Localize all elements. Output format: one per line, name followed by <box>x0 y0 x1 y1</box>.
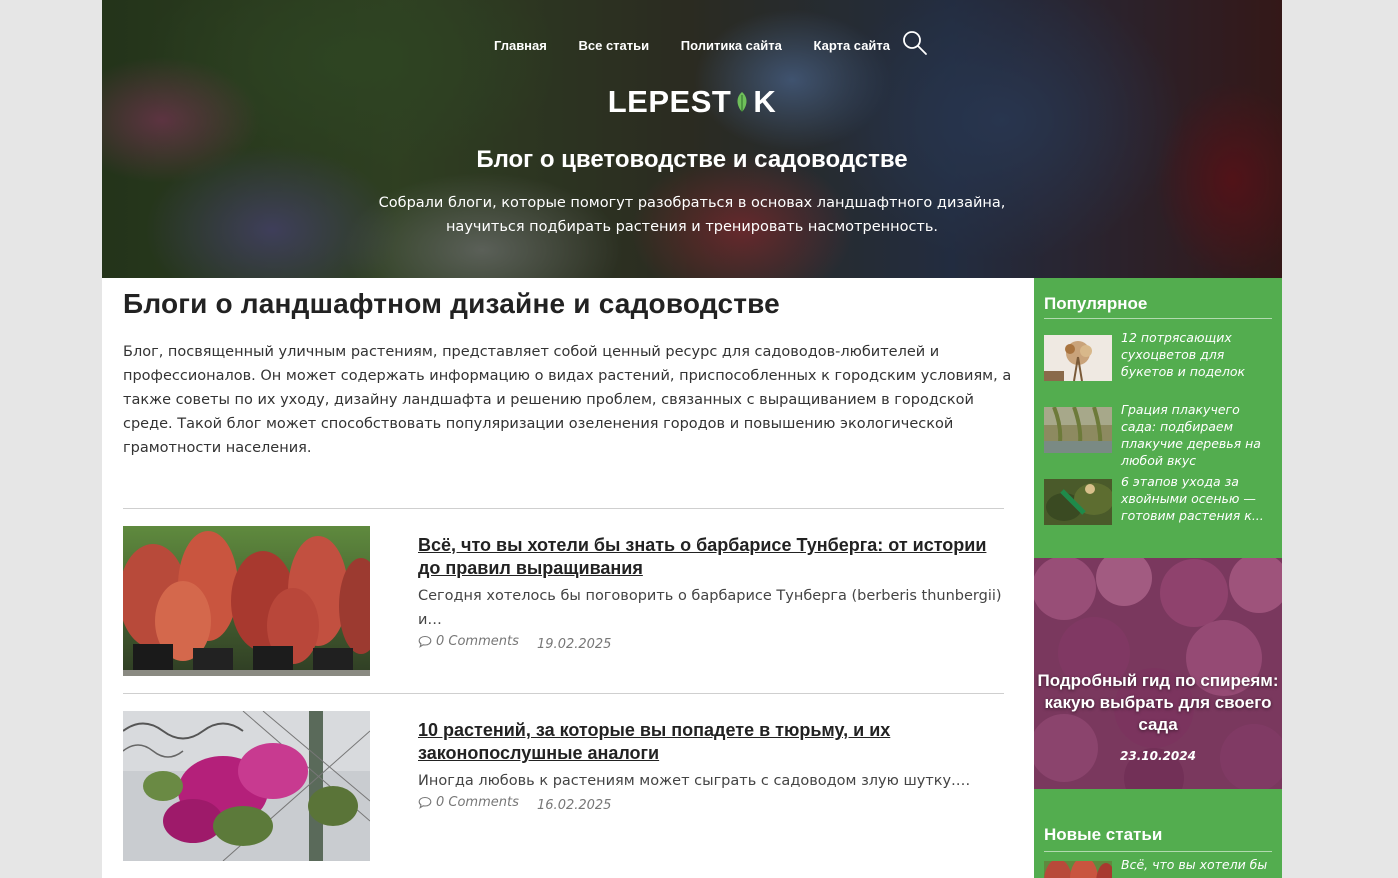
post-excerpt: Иногда любовь к растениям может сыграть … <box>418 773 971 789</box>
new-article-item[interactable]: Всё, что вы хотели бы <box>1044 857 1274 878</box>
post-date: 16.02.2025 <box>537 798 612 813</box>
divider <box>1044 318 1272 319</box>
new-articles-heading: Новые статьи <box>1044 825 1163 844</box>
comment-icon <box>418 796 432 809</box>
nav-item-home[interactable]: Главная <box>494 38 547 53</box>
post-card: Всё, что вы хотели бы знать о барбарисе … <box>123 526 1004 676</box>
hero-title: Блог о цветоводстве и садоводстве <box>476 146 908 173</box>
post-thumbnail-barberry[interactable] <box>123 526 370 676</box>
page: Главная Все статьи Политика сайта Карта … <box>102 0 1282 878</box>
post-comments[interactable]: 0 Comments <box>418 795 519 810</box>
popular-heading: Популярное <box>1044 294 1148 313</box>
page-title: Блоги о ландшафтном дизайне и садоводств… <box>123 288 780 319</box>
featured-post-title[interactable]: Подробный гид по спиреям: какую выбрать … <box>1034 670 1282 736</box>
sidebar: Популярное 12 потрясающих сухоцветов для… <box>1034 278 1282 878</box>
main-content: Блоги о ландшафтном дизайне и садоводств… <box>123 278 1011 861</box>
featured-post[interactable]: Подробный гид по спиреям: какую выбрать … <box>1034 558 1282 789</box>
post-body: Всё, что вы хотели бы знать о барбарисе … <box>418 534 1008 652</box>
comments-count: 0 Comments <box>436 795 519 810</box>
post-date: 19.02.2025 <box>537 637 612 652</box>
nav-item-sitemap[interactable]: Карта сайта <box>814 38 891 53</box>
intro-text: Блог, посвященный уличным растениям, пре… <box>123 344 1012 456</box>
popular-item-title[interactable]: 12 потрясающих сухоцветов для букетов и … <box>1121 329 1271 380</box>
post-excerpt: Сегодня хотелось бы поговорить о барбари… <box>418 588 1002 628</box>
popular-thumbnail[interactable] <box>1044 479 1112 525</box>
hero-header: Главная Все статьи Политика сайта Карта … <box>102 0 1282 278</box>
post-comments[interactable]: 0 Comments <box>418 634 519 649</box>
post-meta: 0 Comments 16.02.2025 <box>418 795 1008 813</box>
search-icon[interactable] <box>902 30 928 56</box>
popular-item[interactable]: 6 этапов ухода за хвойными осенью — гото… <box>1044 474 1274 527</box>
leaf-icon <box>737 92 747 112</box>
featured-post-date: 23.10.2024 <box>1120 749 1196 763</box>
post-title-link[interactable]: Всё, что вы хотели бы знать о барбарисе … <box>418 534 1008 580</box>
popular-widget: Популярное 12 потрясающих сухоцветов для… <box>1034 278 1282 558</box>
post-card: 10 растений, за которые вы попадете в тю… <box>123 711 1004 861</box>
post-meta: 0 Comments 19.02.2025 <box>418 634 1008 652</box>
main-nav: Главная Все статьи Политика сайта Карта … <box>102 38 1282 53</box>
new-article-thumbnail[interactable] <box>1044 861 1112 878</box>
comment-icon <box>418 635 432 648</box>
logo-text-left: LEPEST <box>607 84 732 119</box>
new-articles-widget: Новые статьи Всё, что вы хотели бы <box>1034 789 1282 878</box>
logo-text-right: K <box>753 84 777 119</box>
popular-item-title[interactable]: 6 этапов ухода за хвойными осенью — гото… <box>1121 473 1271 524</box>
nav-item-policy[interactable]: Политика сайта <box>681 38 782 53</box>
nav-item-all-articles[interactable]: Все статьи <box>578 38 649 53</box>
popular-item-title[interactable]: Грация плакучего сада: подбираем плакучи… <box>1121 401 1271 469</box>
popular-item[interactable]: Грация плакучего сада: подбираем плакучи… <box>1044 402 1274 468</box>
new-article-title[interactable]: Всё, что вы хотели бы <box>1121 856 1271 873</box>
popular-item[interactable]: 12 потрясающих сухоцветов для букетов и … <box>1044 330 1274 383</box>
post-title-link[interactable]: 10 растений, за которые вы попадете в тю… <box>418 719 1008 765</box>
post-body: 10 растений, за которые вы попадете в тю… <box>418 719 1008 813</box>
divider <box>123 693 1004 694</box>
popular-thumbnail[interactable] <box>1044 407 1112 453</box>
post-thumbnail-prison-plants[interactable] <box>123 711 370 861</box>
comments-count: 0 Comments <box>436 634 519 649</box>
hero-subtitle: Собрали блоги, которые помогут разобрать… <box>378 195 1006 235</box>
divider <box>1044 851 1272 852</box>
popular-thumbnail[interactable] <box>1044 335 1112 381</box>
divider <box>123 508 1004 509</box>
site-logo[interactable]: LEPEST K <box>102 84 1282 120</box>
